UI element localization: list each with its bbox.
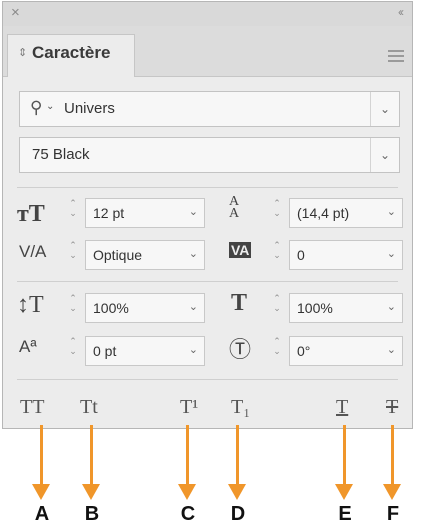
chevron-down-icon[interactable]: ⌄: [189, 343, 198, 356]
rotation-value: 0°: [297, 343, 311, 359]
arrowhead-c: [178, 484, 196, 500]
kerning-field[interactable]: Optique ⌄: [85, 240, 205, 270]
arrow-b: [90, 425, 93, 487]
baseline-shift-value: 0 pt: [93, 343, 117, 359]
panel-titlebar: × ‹‹: [3, 2, 412, 27]
arrowhead-e: [335, 484, 353, 500]
small-caps-button[interactable]: Tt: [80, 396, 98, 419]
tab-row: ⇕ Caractère: [3, 26, 412, 77]
tracking-field[interactable]: 0 ⌄: [289, 240, 403, 270]
arrow-d: [236, 425, 239, 487]
character-panel: × ‹‹ ⇕ Caractère ⚲ ⌄ Univers ⌄ 75 Black …: [2, 1, 413, 429]
chevron-down-icon[interactable]: ⌄: [387, 247, 396, 260]
arrow-f: [391, 425, 394, 487]
panel-menu-icon[interactable]: [388, 50, 404, 65]
horizontal-scale-stepper[interactable]: ⌃ ⌄: [269, 293, 285, 323]
tracking-stepper[interactable]: ⌃ ⌄: [269, 240, 285, 270]
font-style-dropdown[interactable]: ⌄: [370, 138, 399, 172]
subscript-button[interactable]: T₁: [231, 396, 250, 419]
rotation-stepper[interactable]: ⌃ ⌄: [269, 336, 285, 366]
vertical-scale-icon: ↕T: [17, 292, 44, 318]
font-size-field[interactable]: 12 pt ⌄: [85, 198, 205, 228]
leading-field[interactable]: (14,4 pt) ⌄: [289, 198, 403, 228]
vertical-scale-stepper[interactable]: ⌃ ⌄: [65, 293, 81, 323]
callout-c: C: [180, 503, 196, 525]
horizontal-scale-field[interactable]: 100% ⌄: [289, 293, 403, 323]
arrow-e: [343, 425, 346, 487]
superscript-button[interactable]: T¹: [180, 396, 198, 419]
tab-toggle-icon[interactable]: ⇕: [18, 46, 27, 59]
rotation-icon: Ⓣ: [229, 337, 252, 362]
arrowhead-a: [32, 484, 50, 500]
callout-f: F: [386, 503, 400, 525]
tracking-icon: VA: [229, 242, 252, 258]
font-style-field[interactable]: 75 Black ⌄: [19, 137, 400, 173]
all-caps-button[interactable]: TT: [20, 396, 44, 419]
kerning-value: Optique: [93, 247, 143, 263]
tracking-value: 0: [297, 247, 305, 263]
rotation-field[interactable]: 0° ⌄: [289, 336, 403, 366]
leading-stepper[interactable]: ⌃ ⌄: [269, 198, 285, 228]
divider: [17, 281, 398, 282]
kerning-stepper[interactable]: ⌃ ⌄: [65, 240, 81, 270]
tab-caractere[interactable]: ⇕ Caractère: [7, 34, 135, 77]
kerning-icon: V/A: [19, 242, 47, 261]
chevron-down-icon[interactable]: ⌄: [189, 247, 198, 260]
strikethrough-button[interactable]: T: [386, 396, 398, 419]
callout-d: D: [230, 503, 246, 525]
font-size-value: 12 pt: [93, 205, 125, 221]
tab-label: Caractère: [32, 43, 111, 62]
callout-e: E: [338, 503, 352, 525]
font-family-value: Univers: [64, 100, 115, 117]
collapse-icon[interactable]: ‹‹: [398, 5, 404, 19]
baseline-shift-stepper[interactable]: ⌃ ⌄: [65, 336, 81, 366]
vertical-scale-value: 100%: [93, 300, 129, 316]
chevron-down-icon[interactable]: ⌄: [46, 101, 54, 112]
baseline-shift-icon: Aª: [19, 337, 37, 356]
vertical-scale-field[interactable]: 100% ⌄: [85, 293, 205, 323]
search-icon[interactable]: ⚲: [30, 98, 42, 118]
arrow-a: [40, 425, 43, 487]
chevron-down-icon[interactable]: ⌄: [387, 343, 396, 356]
leading-value: (14,4 pt): [297, 205, 350, 221]
font-size-icon: ᴛT: [17, 201, 45, 227]
arrow-c: [186, 425, 189, 487]
arrowhead-d: [228, 484, 246, 500]
callout-b: B: [84, 503, 100, 525]
leading-icon: AA: [229, 194, 240, 221]
chevron-down-icon[interactable]: ⌄: [387, 300, 396, 313]
arrowhead-f: [383, 484, 401, 500]
arrowhead-b: [82, 484, 100, 500]
font-family-dropdown[interactable]: ⌄: [370, 92, 399, 126]
underline-button[interactable]: T: [336, 396, 348, 419]
horizontal-scale-value: 100%: [297, 300, 333, 316]
font-family-field[interactable]: ⚲ ⌄ Univers ⌄: [19, 91, 400, 127]
divider: [17, 379, 398, 380]
callout-a: A: [34, 503, 50, 525]
divider: [17, 187, 398, 188]
baseline-shift-field[interactable]: 0 pt ⌄: [85, 336, 205, 366]
horizontal-scale-icon: T: [231, 290, 248, 316]
close-icon[interactable]: ×: [11, 4, 20, 21]
chevron-down-icon[interactable]: ⌄: [387, 205, 396, 218]
size-stepper[interactable]: ⌃ ⌄: [65, 198, 81, 228]
chevron-down-icon[interactable]: ⌄: [189, 300, 198, 313]
font-style-value: 75 Black: [32, 146, 90, 163]
chevron-down-icon[interactable]: ⌄: [189, 205, 198, 218]
